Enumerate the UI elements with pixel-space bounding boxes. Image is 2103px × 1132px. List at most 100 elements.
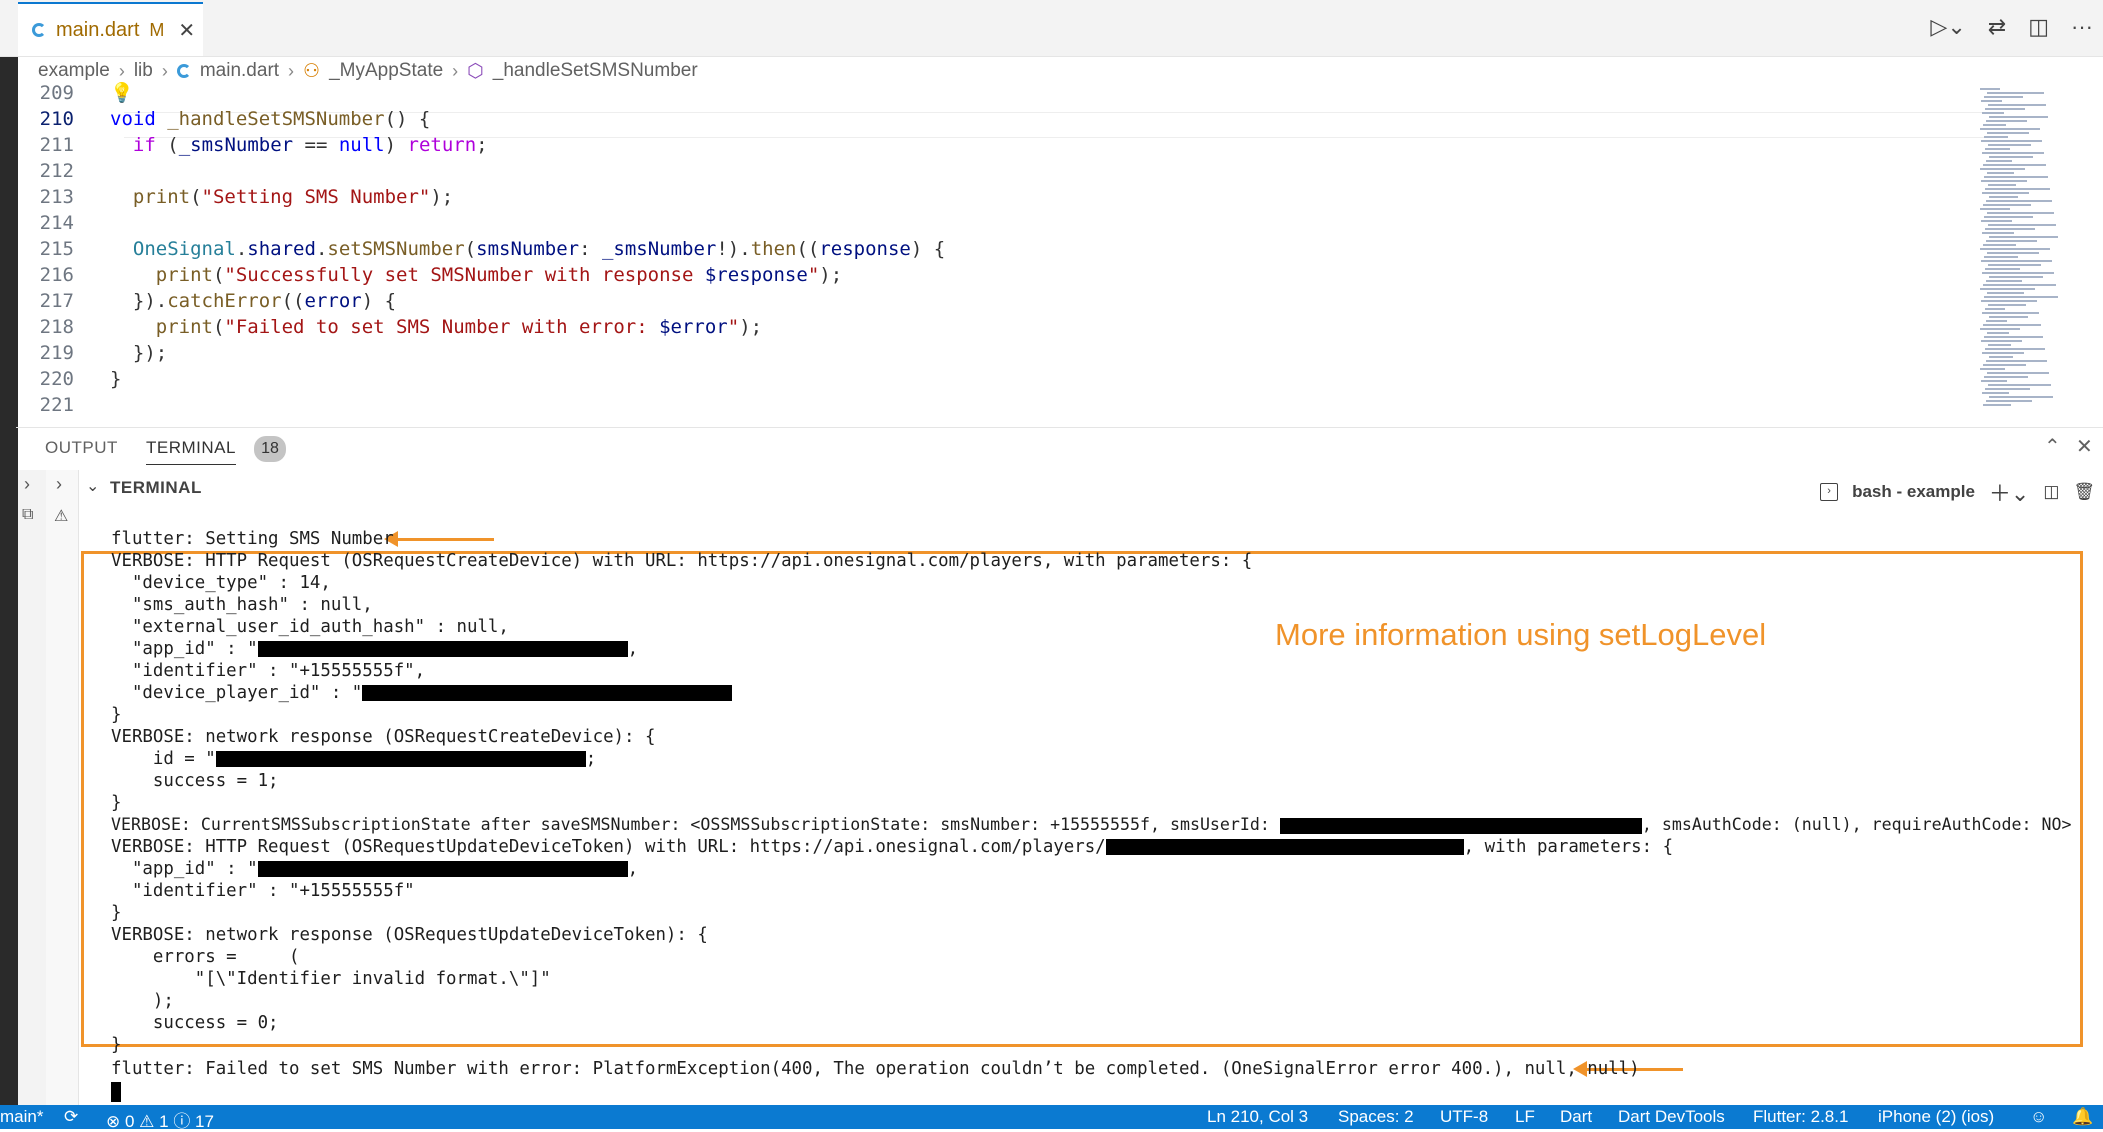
minimap-line — [1982, 152, 2044, 154]
terminal-line: "device_type" : 14, — [111, 573, 331, 593]
code-line: 219 }); — [39, 342, 168, 364]
terminal-line: "app_id" : ", — [111, 639, 639, 659]
problems-indicator[interactable]: ⊗ 0 ⚠ 1 ⓘ 17 — [106, 1107, 214, 1132]
minimap-line — [1989, 156, 2033, 158]
sync-icon[interactable]: ⟳ — [64, 1107, 78, 1127]
annotation-arrow — [384, 531, 494, 547]
minimap-line — [1980, 88, 2000, 90]
compare-icon[interactable]: ⇄ — [1988, 14, 2006, 40]
terminal-actions: › bash - example ＋⌄ ◫ 🗑 — [1820, 476, 2095, 508]
code-editor[interactable]: 209 💡 210 void _handleSetSMSNumber() { 211… — [16, 82, 1984, 422]
minimap-line — [1988, 184, 2016, 186]
panel-left-strip-2: › ⚠ — [46, 470, 79, 1110]
panel-tab-bar: OUTPUT TERMINAL 18 ⌃ ✕ — [16, 427, 2103, 468]
minimap-line — [1982, 352, 2024, 354]
chevron-right-icon[interactable]: › — [24, 474, 30, 495]
breadcrumb-item[interactable]: lib — [134, 60, 153, 82]
language-mode[interactable]: Dart — [1560, 1107, 1592, 1127]
flutter-version[interactable]: Flutter: 2.8.1 — [1753, 1107, 1848, 1127]
minimap-line — [1980, 368, 2005, 370]
chevron-down-icon[interactable]: ⌄ — [86, 476, 99, 496]
device-selector[interactable]: iPhone (2) (ios) — [1878, 1107, 1994, 1127]
encoding[interactable]: UTF-8 — [1440, 1107, 1488, 1127]
terminal-line: VERBOSE: network response (OSRequestUpda… — [111, 925, 708, 945]
dart-devtools[interactable]: Dart DevTools — [1618, 1107, 1725, 1127]
more-actions-icon[interactable]: ··· — [2071, 14, 2093, 40]
panel-left-strip: › ⧉ — [18, 470, 46, 1110]
minimap-line — [1984, 256, 2018, 258]
minimap-line — [1986, 200, 2052, 202]
minimap-line — [1989, 396, 2053, 398]
breadcrumb-item[interactable]: main.dart — [200, 60, 279, 82]
minimap-line — [1984, 176, 2048, 178]
terminal-line: success = 1; — [111, 771, 279, 791]
feedback-icon[interactable]: ☺ — [2030, 1107, 2047, 1127]
code-line: 221 — [39, 394, 74, 416]
minimap-line — [1980, 128, 2040, 130]
cursor-position[interactable]: Ln 210, Col 3 — [1207, 1107, 1308, 1127]
minimap-line — [1986, 400, 2032, 402]
shell-selector[interactable]: bash - example — [1852, 482, 1975, 502]
minimap-line — [1986, 160, 2012, 162]
terminal-tabs-icon[interactable]: ⧉ — [22, 506, 33, 524]
minimap-line — [1986, 320, 2007, 322]
run-debug-icon[interactable]: ▷⌄ — [1930, 14, 1965, 40]
bell-icon[interactable]: 🔔 — [2072, 1107, 2093, 1127]
minimap-line — [1983, 324, 2041, 326]
terminal-header: ⌄ TERMINAL › bash - example ＋⌄ ◫ 🗑 — [82, 472, 2103, 506]
close-panel-icon[interactable]: ✕ — [2076, 434, 2093, 459]
minimap-line — [1988, 264, 2041, 266]
code-line: 212 — [39, 160, 74, 182]
minimap-line — [1988, 384, 2051, 386]
minimap-line — [1987, 372, 2049, 374]
minimap-line — [1985, 148, 2010, 150]
minimap-line — [1983, 164, 2046, 166]
line-ending[interactable]: LF — [1515, 1107, 1535, 1127]
code-line: 217 }).catchError((error) { — [39, 290, 397, 312]
branch-indicator[interactable]: main* — [0, 1107, 43, 1127]
terminal-line: flutter: Setting SMS Number — [111, 529, 394, 549]
tab-main-dart[interactable]: main.dart M ✕ — [18, 2, 203, 56]
method-icon: ⬡ — [467, 60, 484, 82]
lightbulb-icon[interactable]: 💡 — [110, 82, 134, 104]
chevron-right-icon: › — [452, 60, 459, 81]
minimap-line — [1986, 360, 2047, 362]
minimap-line — [1987, 332, 2009, 334]
close-icon[interactable]: ✕ — [178, 18, 195, 43]
trash-icon[interactable]: 🗑 — [2073, 482, 2095, 502]
breadcrumb: example › lib › main.dart › ⚇ _MyAppStat… — [38, 56, 698, 86]
minimap[interactable] — [1980, 86, 2080, 422]
breadcrumb-item[interactable]: _handleSetSMSNumber — [493, 60, 698, 82]
terminal-line: } — [111, 705, 122, 725]
minimap-line — [1980, 288, 2035, 290]
add-terminal-icon[interactable]: ＋⌄ — [1989, 476, 2029, 508]
warning-icon: ⚠ — [54, 508, 69, 525]
minimap-line — [1980, 168, 2025, 170]
minimap-line — [1982, 272, 2054, 274]
code-line: 211 if (_smsNumber == null) return; — [39, 134, 488, 156]
indentation[interactable]: Spaces: 2 — [1338, 1107, 1414, 1127]
minimap-line — [1984, 296, 2058, 298]
redacted-value — [215, 751, 586, 767]
maximize-panel-icon[interactable]: ⌃ — [2044, 434, 2061, 459]
minimap-line — [1987, 212, 2054, 214]
split-terminal-icon[interactable]: ◫ — [2043, 482, 2059, 502]
tab-output[interactable]: OUTPUT — [45, 438, 118, 458]
breadcrumb-item[interactable]: example — [38, 60, 110, 82]
minimap-line — [1980, 208, 2010, 210]
terminal-line: } — [111, 903, 122, 923]
tab-terminal[interactable]: TERMINAL — [146, 438, 236, 465]
minimap-line — [1985, 108, 2025, 110]
terminal-line: errors = ( — [111, 947, 300, 967]
chevron-right-icon[interactable]: › — [56, 474, 62, 495]
code-line: 209 💡 — [39, 82, 134, 104]
minimap-line — [1989, 316, 2028, 318]
chevron-right-icon: › — [118, 60, 125, 81]
split-editor-icon[interactable]: ◫ — [2028, 14, 2049, 40]
breadcrumb-item[interactable]: _MyAppState — [329, 60, 443, 82]
minimap-line — [1989, 356, 2013, 358]
terminal-line: ); — [111, 991, 174, 1011]
minimap-line — [1982, 232, 2014, 234]
minimap-line — [1986, 120, 2027, 122]
minimap-line — [1985, 228, 2035, 230]
